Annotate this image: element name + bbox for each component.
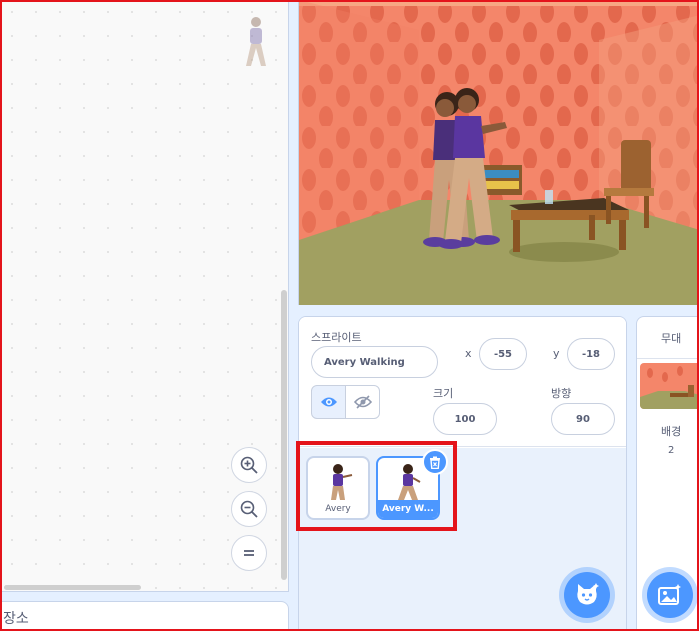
zoom-reset-button[interactable] [231, 535, 267, 571]
x-input[interactable]: -55 [479, 338, 527, 370]
y-label: y [553, 347, 560, 360]
direction-label: 방향 [551, 387, 572, 400]
backdrop-thumbnail [640, 363, 699, 409]
show-sprite-button[interactable] [311, 385, 346, 419]
vertical-scrollbar[interactable] [281, 290, 287, 580]
eye-icon [320, 397, 337, 407]
sprite-label: 스프라이트 [311, 331, 362, 344]
sprite-ghost-thumbnail [246, 17, 266, 66]
stage-scene [299, 0, 699, 305]
sprite-info-panel: 스프라이트 Avery Walking x -55 y -18 크기 100 방… [299, 317, 626, 447]
highlight-box [296, 441, 457, 531]
zoom-in-icon [240, 456, 258, 474]
code-workspace[interactable] [0, 0, 289, 592]
cat-icon [577, 583, 599, 605]
backdrop-label: 배경 [661, 425, 682, 438]
eye-slash-icon [353, 395, 372, 409]
choose-sprite-button[interactable] [564, 572, 610, 618]
size-label: 크기 [433, 387, 454, 400]
stage-canvas[interactable] [298, 0, 699, 305]
backdrop-thumbnail-image [640, 363, 699, 409]
sprite-name-input[interactable]: Avery Walking [311, 346, 438, 378]
equals-icon [244, 550, 254, 556]
size-input[interactable]: 100 [433, 403, 497, 435]
backpack-label: 장소 [3, 611, 29, 627]
y-input[interactable]: -18 [567, 338, 615, 370]
zoom-out-icon [240, 500, 258, 518]
choose-backdrop-button[interactable] [647, 572, 693, 618]
zoom-in-button[interactable] [231, 447, 267, 483]
x-label: x [465, 347, 472, 360]
backdrop-count: 2 [668, 445, 675, 456]
image-icon [658, 584, 681, 605]
direction-input[interactable]: 90 [551, 403, 615, 435]
stage-header: 무대 [637, 317, 699, 359]
backpack-panel[interactable]: 장소 [0, 601, 289, 631]
hide-sprite-button[interactable] [345, 385, 380, 419]
horizontal-scrollbar[interactable] [4, 585, 141, 590]
zoom-out-button[interactable] [231, 491, 267, 527]
